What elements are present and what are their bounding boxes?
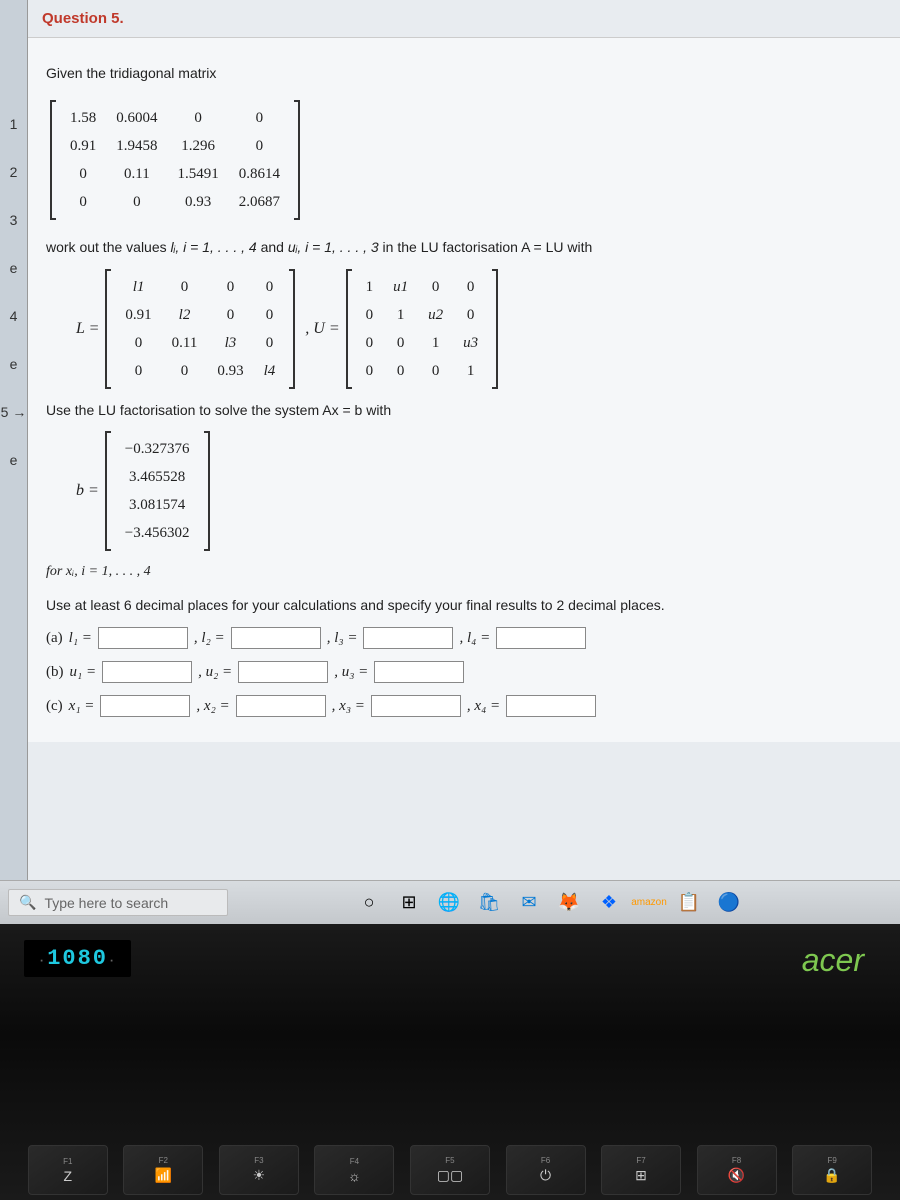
key-f6[interactable]: F6⏻ xyxy=(506,1145,586,1195)
laptop-bezel: ·1080· acer F1Z F2📶 F3☀ F4☼ F5▢▢ F6⏻ F7⊞… xyxy=(0,924,900,1200)
input-l4[interactable] xyxy=(496,627,586,649)
search-icon: 🔍 xyxy=(19,894,36,911)
matrix-A: 1.580.600400 0.911.94581.2960 00.111.549… xyxy=(50,100,300,220)
input-u2[interactable] xyxy=(238,661,328,683)
windows-taskbar: 🔍 Type here to search ○ ⊞ 🌐 🛍 ✉ 🦊 ❖ amaz… xyxy=(0,880,900,924)
question-panel: Question 5. Given the tridiagonal matrix… xyxy=(28,0,900,880)
key-f8[interactable]: F8🔇 xyxy=(697,1145,777,1195)
nav-item[interactable]: 2 xyxy=(10,158,18,186)
firefox-icon[interactable]: 🦊 xyxy=(556,890,582,916)
dropbox-icon[interactable]: ❖ xyxy=(596,890,622,916)
b-label: b = xyxy=(76,478,99,504)
screen-content: 1 2 3 e 4 e 5 → e Question 5. Given the … xyxy=(0,0,900,880)
input-u3[interactable] xyxy=(374,661,464,683)
key-f2[interactable]: F2📶 xyxy=(123,1145,203,1195)
input-l3[interactable] xyxy=(363,627,453,649)
for-x-text: for xᵢ, i = 1, . . . , 4 xyxy=(46,561,882,583)
answer-row-c: (c) x₁ = , x₂ = , x₃ = , x₄ = xyxy=(46,694,882,718)
solve-text: Use the LU factorisation to solve the sy… xyxy=(46,399,882,421)
part-c-prefix: (c) xyxy=(46,694,63,718)
nav-item[interactable]: e xyxy=(10,446,18,474)
nav-item[interactable]: e xyxy=(10,254,18,282)
workout-text: work out the values lᵢ, i = 1, . . . , 4… xyxy=(46,236,882,258)
nav-item[interactable]: 3 xyxy=(10,206,18,234)
store-icon[interactable]: 🛍 xyxy=(476,890,502,916)
key-f3[interactable]: F3☀ xyxy=(219,1145,299,1195)
answer-row-b: (b) u₁ = , u₂ = , u₃ = xyxy=(46,660,882,684)
L-label: L = xyxy=(76,316,99,342)
matrix-L: l1000 0.91l200 00.11l30 000.93l4 xyxy=(105,269,295,389)
key-f9[interactable]: F9🔒 xyxy=(792,1145,872,1195)
precision-text: Use at least 6 decimal places for your c… xyxy=(46,594,882,616)
amazon-icon[interactable]: amazon xyxy=(636,890,662,916)
question-title: Question 5. xyxy=(28,0,900,38)
U-label: , U = xyxy=(305,316,339,342)
key-f1[interactable]: F1Z xyxy=(28,1145,108,1195)
taskbar-search[interactable]: 🔍 Type here to search xyxy=(8,889,228,916)
nav-item[interactable]: 1 xyxy=(10,110,18,138)
mail-icon[interactable]: ✉ xyxy=(516,890,542,916)
input-x2[interactable] xyxy=(236,695,326,717)
input-x1[interactable] xyxy=(100,695,190,717)
model-badge: ·1080· xyxy=(24,940,131,977)
input-x4[interactable] xyxy=(506,695,596,717)
input-u1[interactable] xyxy=(102,661,192,683)
cortana-icon[interactable]: ○ xyxy=(356,890,382,916)
part-b-prefix: (b) xyxy=(46,660,64,684)
brand-logo: acer xyxy=(802,942,864,979)
input-x3[interactable] xyxy=(371,695,461,717)
key-f4[interactable]: F4☼ xyxy=(314,1145,394,1195)
intro-text: Given the tridiagonal matrix xyxy=(46,62,882,84)
answer-row-a: (a) l₁ = , l₂ = , l₃ = , l₄ = xyxy=(46,626,882,650)
input-l1[interactable] xyxy=(98,627,188,649)
lu-matrices: L = l1000 0.91l200 00.11l30 000.93l4 , U… xyxy=(76,269,882,389)
search-placeholder: Type here to search xyxy=(44,895,168,911)
vector-b: −0.327376 3.465528 3.081574 −3.456302 xyxy=(105,431,210,551)
key-f7[interactable]: F7⊞ xyxy=(601,1145,681,1195)
key-f5[interactable]: F5▢▢ xyxy=(410,1145,490,1195)
input-l2[interactable] xyxy=(231,627,321,649)
nav-item[interactable]: 4 xyxy=(10,302,18,330)
keyboard-fkeys: F1Z F2📶 F3☀ F4☼ F5▢▢ F6⏻ F7⊞ F8🔇 F9🔒 xyxy=(0,1140,900,1200)
edge-icon[interactable]: 🌐 xyxy=(436,890,462,916)
part-a-prefix: (a) xyxy=(46,626,63,650)
nav-item[interactable]: 5 → xyxy=(1,398,27,426)
nav-item[interactable]: e xyxy=(10,350,18,378)
b-vector-row: b = −0.327376 3.465528 3.081574 −3.45630… xyxy=(76,431,882,551)
taskbar-icons: ○ ⊞ 🌐 🛍 ✉ 🦊 ❖ amazon 📋 🔵 xyxy=(356,890,742,916)
question-nav-sidebar: 1 2 3 e 4 e 5 → e xyxy=(0,0,28,880)
matrix-U: 1u100 01u20 001u3 0001 xyxy=(346,269,499,389)
office-icon[interactable]: 📋 xyxy=(676,890,702,916)
task-view-icon[interactable]: ⊞ xyxy=(396,890,422,916)
edge-new-icon[interactable]: 🔵 xyxy=(716,890,742,916)
question-body: Given the tridiagonal matrix 1.580.60040… xyxy=(28,38,900,742)
